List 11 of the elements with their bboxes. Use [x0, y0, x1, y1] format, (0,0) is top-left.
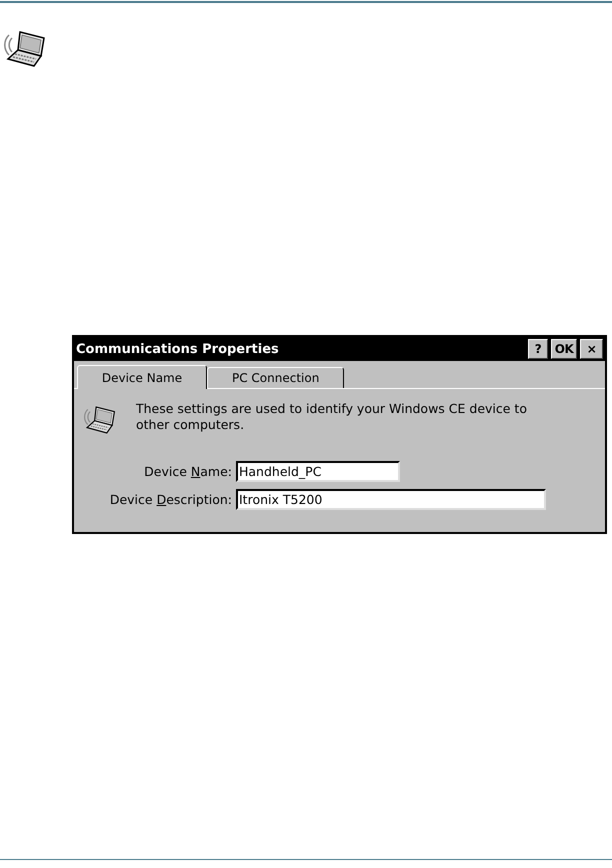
text-field[interactable]: Itronix T5200	[236, 489, 546, 510]
close-button[interactable]: ×	[580, 339, 603, 359]
field-label: Device Name:	[143, 464, 232, 479]
tab[interactable]: Device Name	[77, 365, 207, 389]
text-field[interactable]: Handheld_PC	[236, 461, 400, 482]
tab[interactable]: PC Connection	[207, 367, 344, 388]
description-text: These settings are used to identify your Windows CE device to other computers.	[136, 401, 528, 433]
ok-button[interactable]: OK	[551, 339, 577, 359]
window-title: Communications Properties	[76, 342, 280, 356]
help-button[interactable]: ?	[528, 339, 548, 359]
field-label: Device Description:	[108, 492, 232, 507]
